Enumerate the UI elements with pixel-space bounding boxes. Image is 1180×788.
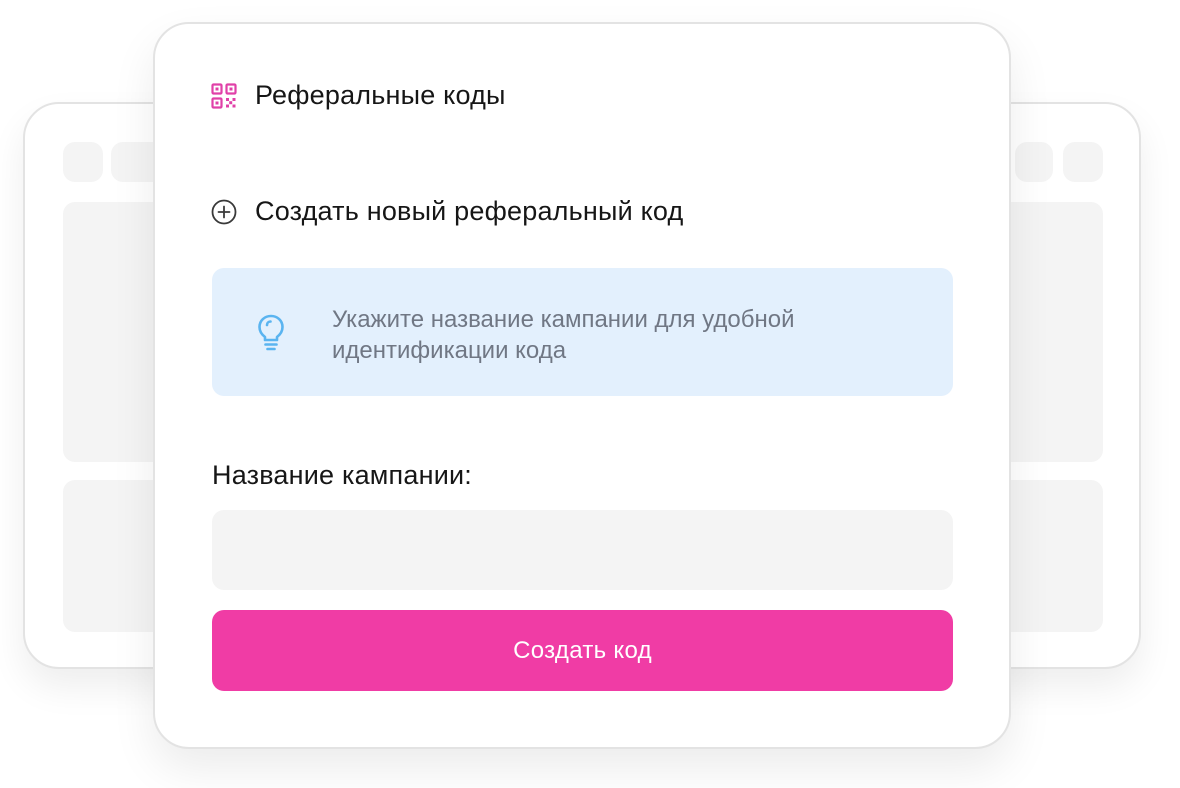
page-title: Реферальные коды bbox=[255, 80, 506, 110]
placeholder-chip bbox=[1063, 142, 1103, 182]
qr-code-icon bbox=[211, 82, 237, 109]
create-new-code-button[interactable]: Создать новый реферальный код bbox=[211, 196, 683, 227]
referral-codes-card: Реферальные коды Создать новый реферальн… bbox=[153, 22, 1011, 749]
stage: Реферальные коды Создать новый реферальн… bbox=[0, 0, 1180, 788]
create-code-button[interactable]: Создать код bbox=[212, 610, 953, 691]
create-new-code-label: Создать новый реферальный код bbox=[255, 196, 684, 226]
plus-circle-icon bbox=[211, 199, 237, 224]
hint-text: Укажите название кампании для удобной ид… bbox=[332, 306, 795, 364]
lightbulb-icon bbox=[258, 314, 284, 351]
placeholder-chip bbox=[63, 142, 103, 182]
hint-box: Укажите название кампании для удобной ид… bbox=[212, 268, 953, 396]
campaign-name-input[interactable] bbox=[212, 510, 953, 590]
campaign-name-label: Название кампании: bbox=[212, 460, 472, 490]
card-header: Реферальные коды bbox=[211, 80, 506, 111]
placeholder-chip bbox=[1015, 142, 1053, 182]
